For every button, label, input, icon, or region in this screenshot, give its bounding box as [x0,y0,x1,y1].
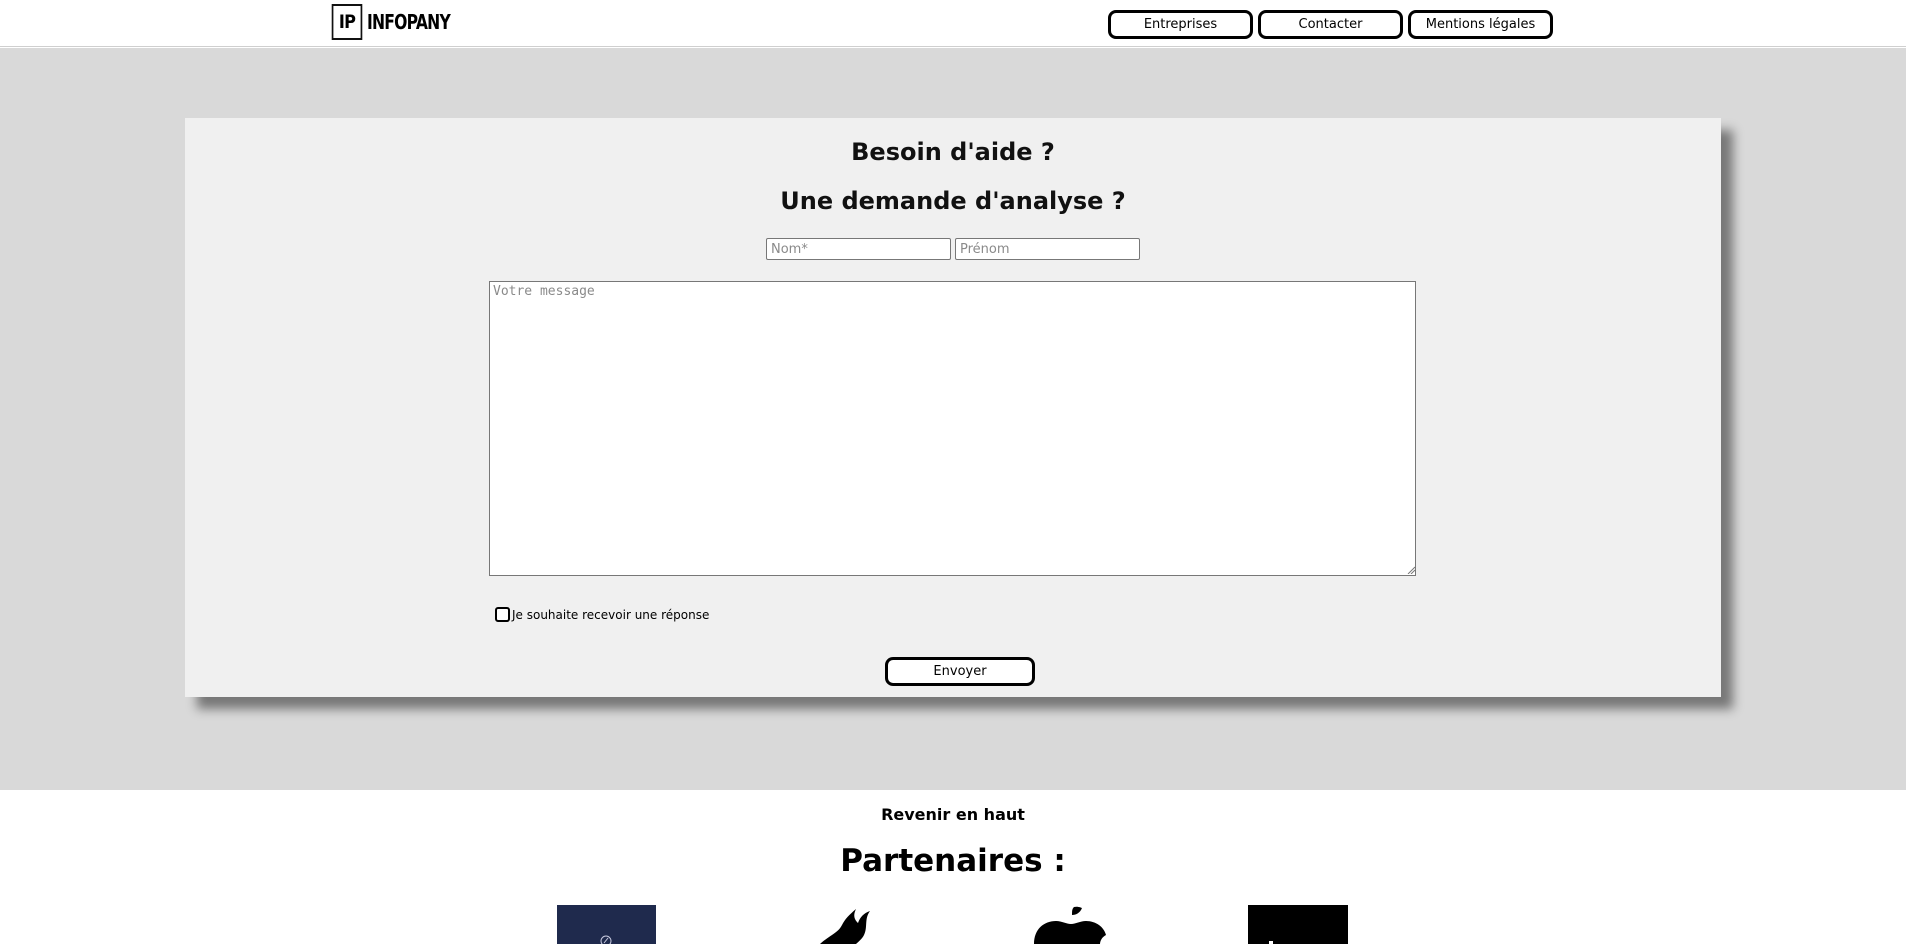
send-button[interactable]: Envoyer [885,657,1035,686]
reply-checkbox-row[interactable]: Je souhaite recevoir une réponse [495,607,709,622]
nom-input[interactable] [766,238,951,260]
prenom-input[interactable] [955,238,1140,260]
top-header: IP INFOPANY Entreprises Contacter Mentio… [0,0,1906,47]
infopany-logo[interactable]: IP INFOPANY [329,4,473,40]
message-textarea[interactable] [489,281,1416,576]
back-to-top-link[interactable]: Revenir en haut [0,805,1906,824]
nav-button-mentions-legales[interactable]: Mentions légales [1408,10,1553,39]
black-square-logo-icon [1269,941,1273,944]
resize-grip-icon[interactable] [1407,566,1415,574]
contact-form-card: Besoin d'aide ? Une demande d'analyse ? … [185,118,1721,697]
reply-checkbox-label[interactable]: Je souhaite recevoir une réponse [512,608,709,622]
form-subtitle: Une demande d'analyse ? [780,187,1126,215]
navy-badge-logo-icon [600,935,612,944]
nav-button-contacter[interactable]: Contacter [1258,10,1403,39]
logo-mark: IP [331,4,363,40]
form-title: Besoin d'aide ? [851,138,1055,166]
nav-button-entreprises[interactable]: Entreprises [1108,10,1253,39]
apple-logo-icon [1034,906,1106,944]
reply-checkbox[interactable] [495,607,510,622]
partner-logo-flame[interactable] [812,905,888,944]
partner-logo-navy-badge[interactable] [557,905,656,944]
partner-logo-apple[interactable] [1030,905,1112,944]
logo-text: INFOPANY [367,10,451,34]
partners-title: Partenaires : [840,843,1066,879]
flame-logo-icon [820,909,870,944]
partner-logo-black-square[interactable] [1248,905,1348,944]
